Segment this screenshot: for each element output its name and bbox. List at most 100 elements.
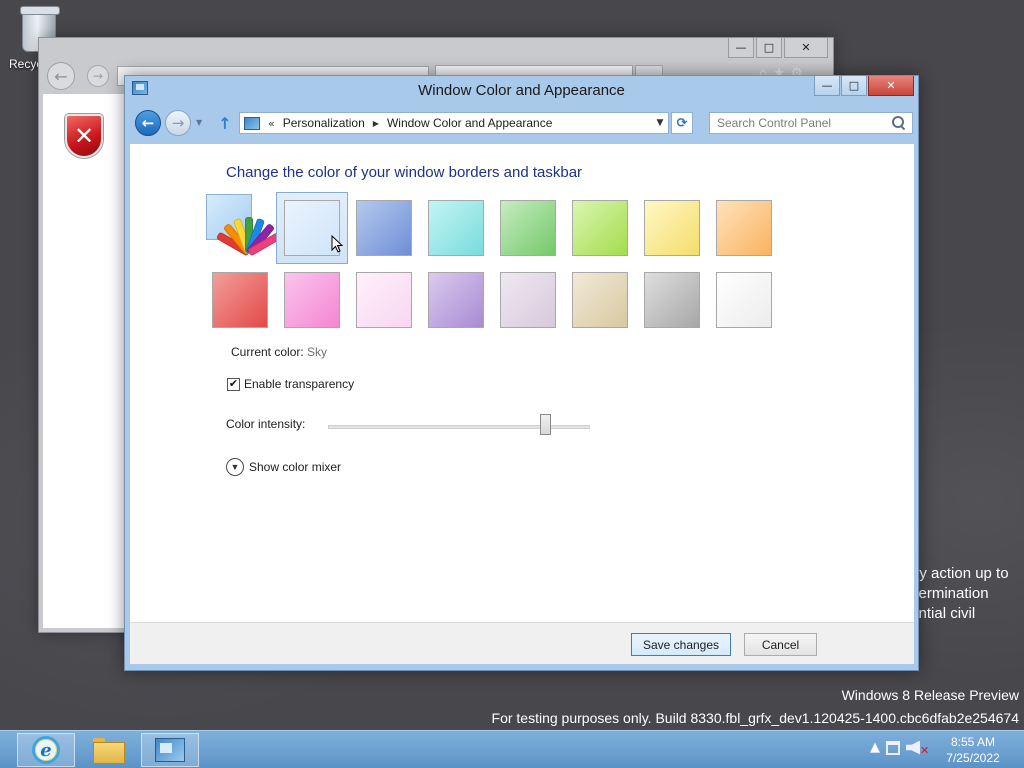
taskbar-internet-explorer-button[interactable]: e xyxy=(17,733,75,767)
color-swatch-fill xyxy=(428,272,484,328)
enable-transparency-label[interactable]: Enable transparency xyxy=(244,377,354,391)
navigation-bar: ← → ▼ ↑ « Personalization ▶ Window Color… xyxy=(125,106,918,142)
color-swatch-fill xyxy=(644,272,700,328)
mute-icon: ✕ xyxy=(920,744,930,757)
notification-area: ▲ ✕ xyxy=(870,738,929,757)
control-panel-icon xyxy=(155,738,185,762)
internet-explorer-icon: e xyxy=(32,736,60,764)
color-swatch-taupe[interactable] xyxy=(420,264,492,336)
address-dropdown-chevron-down-icon[interactable]: ▼ xyxy=(652,113,668,133)
color-swatch-sky[interactable] xyxy=(276,192,348,264)
color-swatch-fill xyxy=(572,272,628,328)
browser-maximize-button[interactable]: □ xyxy=(756,38,782,58)
clock-date: 7/25/2022 xyxy=(946,751,1000,765)
color-swatch-fill xyxy=(500,200,556,256)
watermark-build: For testing purposes only. Build 8330.fb… xyxy=(491,710,1019,726)
color-fan-icon xyxy=(215,217,283,261)
browser-close-button[interactable]: ✕ xyxy=(784,38,828,58)
browser-back-button[interactable]: ← xyxy=(47,62,75,90)
search-icon[interactable] xyxy=(891,115,907,131)
browser-minimize-button[interactable]: — xyxy=(728,38,754,58)
recent-locations-chevron-down-icon[interactable]: ▼ xyxy=(196,115,206,129)
forward-button[interactable]: → xyxy=(165,110,191,136)
show-color-mixer-label[interactable]: Show color mixer xyxy=(249,460,341,474)
breadcrumb-personalization[interactable]: Personalization xyxy=(283,116,365,130)
color-swatch-white[interactable] xyxy=(708,264,780,336)
save-changes-button[interactable]: Save changes xyxy=(631,633,731,656)
color-swatch-blush[interactable] xyxy=(204,264,276,336)
color-swatch-lime[interactable] xyxy=(564,192,636,264)
security-warning-shield-icon: ✕ xyxy=(65,114,103,158)
folder-icon xyxy=(93,738,125,764)
browser-forward-button[interactable]: → xyxy=(87,65,109,87)
color-swatch-pumpkin[interactable] xyxy=(708,192,780,264)
browser-window-controls: — □ ✕ xyxy=(728,38,828,58)
legal-line: tential civil xyxy=(906,605,976,622)
legal-line: ary action up to xyxy=(906,565,1009,582)
custom-color-icon xyxy=(205,193,283,265)
color-swatch-custom[interactable] xyxy=(204,192,283,265)
color-swatch-fill xyxy=(212,272,268,328)
color-swatch-slate[interactable] xyxy=(564,264,636,336)
taskbar-control-panel-button[interactable] xyxy=(141,733,199,767)
color-swatch-lavender[interactable] xyxy=(348,264,420,336)
legal-line: , termination xyxy=(906,585,989,602)
up-button[interactable]: ↑ xyxy=(215,113,235,133)
window-title: Window Color and Appearance xyxy=(418,82,625,99)
taskbar: e ▲ ✕ 8:55 AM 7/25/2022 xyxy=(0,730,1024,768)
back-button[interactable]: ← xyxy=(135,110,161,136)
color-swatch-fill xyxy=(716,272,772,328)
minimize-button[interactable]: — xyxy=(814,76,840,96)
current-color-text: Current color: Sky xyxy=(231,345,327,359)
dialog-footer: Save changes Cancel xyxy=(130,622,914,664)
clock-time: 8:55 AM xyxy=(950,735,996,749)
build-watermark: Windows 8 Release Preview For testing pu… xyxy=(492,684,1019,730)
enable-transparency-option[interactable]: ✔ Enable transparency xyxy=(227,377,354,391)
show-color-mixer-toggle[interactable]: ▼ Show color mixer xyxy=(226,458,341,476)
breadcrumb-window-color[interactable]: Window Color and Appearance xyxy=(387,116,552,130)
page-heading: Change the color of your window borders … xyxy=(226,164,583,181)
maximize-button[interactable]: □ xyxy=(841,76,867,96)
current-color-label: Current color: xyxy=(231,345,304,359)
window-color-dialog[interactable]: Window Color and Appearance — □ ✕ ← → ▼ … xyxy=(124,75,919,671)
color-swatch-sun[interactable] xyxy=(636,192,708,264)
window-controls: — □ ✕ xyxy=(814,76,914,96)
color-swatch-chocolate[interactable] xyxy=(492,264,564,336)
color-swatch-frost[interactable] xyxy=(636,264,708,336)
show-hidden-icons-chevron-up-icon[interactable]: ▲ xyxy=(870,740,880,755)
color-swatch-leaf[interactable] xyxy=(492,192,564,264)
color-swatch-fill xyxy=(356,200,412,256)
color-swatch-fill xyxy=(284,272,340,328)
current-color-value: Sky xyxy=(307,345,328,359)
mouse-pointer-icon xyxy=(331,235,343,253)
refresh-button[interactable]: ⟳ xyxy=(671,112,693,134)
color-swatch-fill xyxy=(716,200,772,256)
close-button[interactable]: ✕ xyxy=(868,76,914,96)
color-swatch-twilight[interactable] xyxy=(348,192,420,264)
cancel-button[interactable]: Cancel xyxy=(744,633,817,656)
color-swatch-fill xyxy=(500,272,556,328)
enable-transparency-checkbox[interactable]: ✔ xyxy=(227,377,240,391)
chevron-down-icon[interactable]: ▼ xyxy=(226,458,244,476)
legal-notice-text: ary action up to , termination tential c… xyxy=(906,564,1024,624)
color-swatch-fill xyxy=(572,200,628,256)
taskbar-file-explorer-button[interactable] xyxy=(79,733,137,767)
desktop: Recycle Bin — □ ✕ ← → ⌂ ★ ⚙ ✕ ary action… xyxy=(0,0,1024,730)
color-swatch-fill xyxy=(428,200,484,256)
volume-icon[interactable] xyxy=(906,740,920,755)
search-input[interactable] xyxy=(709,112,913,134)
title-bar[interactable]: Window Color and Appearance — □ ✕ xyxy=(125,76,918,106)
color-swatch-sea-foam[interactable] xyxy=(420,192,492,264)
breadcrumb-overflow[interactable]: « xyxy=(268,117,275,130)
breadcrumb-separator-icon[interactable]: ▶ xyxy=(373,119,379,128)
watermark-title: Windows 8 Release Preview xyxy=(841,687,1019,703)
clock[interactable]: 8:55 AM 7/25/2022 xyxy=(938,734,1008,766)
address-bar[interactable]: « Personalization ▶ Window Color and App… xyxy=(239,112,669,134)
color-swatch-bubblegum[interactable] xyxy=(276,264,348,336)
color-intensity-label: Color intensity: xyxy=(226,417,306,431)
network-icon[interactable] xyxy=(886,740,900,755)
color-intensity-slider-thumb[interactable] xyxy=(539,414,551,435)
color-swatch-fill xyxy=(644,200,700,256)
color-swatch-fill xyxy=(356,272,412,328)
content-pane: Change the color of your window borders … xyxy=(130,144,914,622)
